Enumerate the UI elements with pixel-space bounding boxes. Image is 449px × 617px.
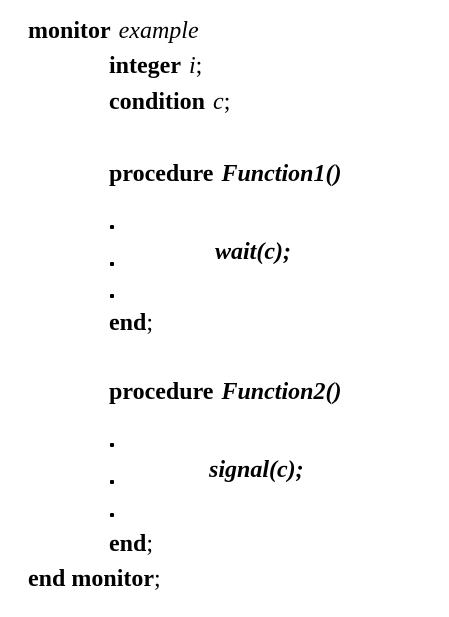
monitor-name: example: [118, 18, 199, 44]
integer-declaration-line: integer i;: [109, 52, 202, 80]
monitor-code-listing: monitor example integer i; condition c; pro…: [0, 0, 449, 617]
procedure-function1-line: procedure Function1(): [109, 160, 341, 188]
end-function2-line: end;: [109, 530, 153, 558]
end-monitor-semicolon: ;: [154, 566, 161, 592]
end-monitor-keyword: end monitor: [28, 566, 154, 592]
condition-variable: c: [213, 89, 224, 115]
ellipsis-dot: [110, 225, 114, 229]
ellipsis-dot: [110, 294, 114, 298]
condition-semicolon: ;: [223, 89, 231, 115]
procedure-function2-line: procedure Function2(): [109, 378, 341, 406]
ellipsis-dot: [110, 480, 114, 484]
function1-name: Function1(): [221, 161, 342, 187]
monitor-keyword: monitor: [28, 18, 111, 44]
ellipsis-dot: [110, 513, 114, 517]
end-keyword-2: end: [109, 531, 147, 557]
function2-name: Function2(): [221, 379, 342, 405]
integer-semicolon: ;: [195, 53, 203, 79]
wait-call-line: wait(c);: [215, 238, 291, 266]
procedure-keyword-1: procedure: [109, 161, 214, 187]
end-semicolon-2: ;: [146, 531, 154, 557]
integer-variable: i: [188, 53, 196, 79]
integer-keyword: integer: [109, 53, 181, 79]
end-semicolon-1: ;: [146, 310, 154, 336]
signal-call-line: signal(c);: [209, 456, 304, 484]
signal-call: signal(c);: [209, 457, 304, 483]
end-function1-line: end;: [109, 309, 153, 337]
condition-keyword: condition: [109, 89, 206, 115]
condition-declaration-line: condition c;: [109, 88, 230, 116]
procedure-keyword-2: procedure: [109, 379, 214, 405]
wait-call: wait(c);: [215, 239, 291, 265]
ellipsis-dot: [110, 262, 114, 266]
end-keyword-1: end: [109, 310, 147, 336]
end-monitor-line: end monitor;: [28, 565, 161, 593]
monitor-header-line: monitor example: [28, 17, 199, 45]
ellipsis-dot: [110, 443, 114, 447]
